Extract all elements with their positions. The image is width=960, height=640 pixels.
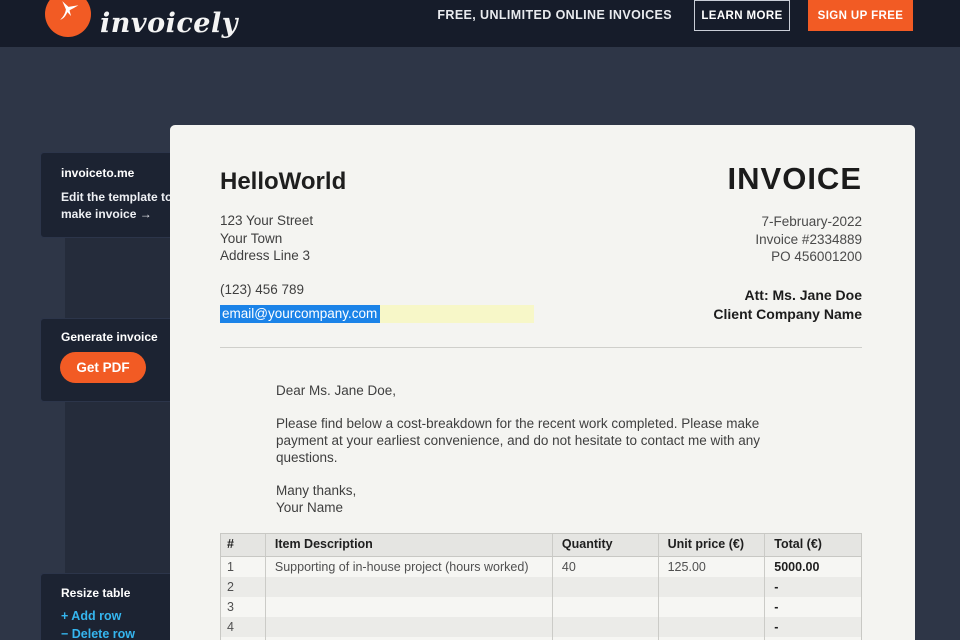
company-phone[interactable]: (123) 456 789 [220, 282, 304, 297]
invoice-meta[interactable]: 7-February-2022 Invoice #2334889 PO 4560… [755, 213, 862, 266]
letter-paragraph: Please find below a cost-breakdown for t… [276, 416, 761, 465]
letter-signature: Your Name [276, 500, 344, 515]
add-row-link[interactable]: + Add row [61, 609, 121, 623]
quantity-cell[interactable] [553, 617, 659, 637]
invoice-number: Invoice #2334889 [755, 231, 862, 247]
quantity-cell[interactable]: 40 [553, 557, 659, 577]
table-row[interactable]: 1 Supporting of in-house project (hours w… [221, 557, 861, 577]
top-navbar: invoicely FREE, UNLIMITED ONLINE INVOICE… [0, 0, 960, 47]
total-cell: - [774, 580, 779, 594]
invoice-date: 7-February-2022 [761, 214, 862, 229]
promo-title: invoiceto.me [61, 166, 135, 180]
unit-price-cell[interactable] [659, 577, 766, 597]
sidebar-panel-generate: Generate invoice Get PDF [40, 318, 186, 402]
total-cell: - [774, 620, 779, 634]
address-line: 123 Your Street [220, 213, 314, 228]
client-block[interactable]: Att: Ms. Jane Doe Client Company Name [713, 286, 862, 324]
table-header-cell: # [221, 534, 266, 556]
row-number-cell: 4 [221, 617, 266, 637]
table-row[interactable]: 2- [221, 577, 861, 597]
quantity-cell[interactable] [553, 597, 659, 617]
row-number-cell: 3 [221, 597, 266, 617]
sidebar-panel-promo: invoiceto.me Edit the template to make i… [40, 152, 186, 238]
table-header-cell: Item Description [266, 534, 553, 556]
company-address[interactable]: 123 Your Street Your Town Address Line 3 [220, 212, 313, 265]
table-row[interactable]: 4- [221, 617, 861, 637]
address-line: Address Line 3 [220, 248, 311, 263]
brand-logo[interactable] [45, 0, 91, 37]
delete-row-link[interactable]: − Delete row [61, 627, 135, 640]
letter-body[interactable]: Dear Ms. Jane Doe, Please find below a c… [276, 382, 810, 516]
unit-price-cell[interactable]: 125.00 [659, 557, 766, 577]
sidebar-panel-resize: Resize table + Add row − Delete row [40, 573, 186, 640]
resize-title: Resize table [61, 586, 131, 600]
promo-line2: make invoice → [61, 207, 152, 221]
page: invoicely FREE, UNLIMITED ONLINE INVOICE… [0, 0, 960, 640]
total-cell: 5000.00 [774, 560, 820, 574]
letter-salutation: Dear Ms. Jane Doe, [276, 383, 397, 398]
client-company: Client Company Name [713, 306, 862, 322]
header-tagline: FREE, UNLIMITED ONLINE INVOICES [437, 8, 672, 22]
quantity-cell[interactable] [553, 577, 659, 597]
row-number-cell: 2 [221, 577, 266, 597]
sign-up-free-button[interactable]: SIGN UP FREE [808, 0, 913, 31]
table-header-cell: Quantity [553, 534, 659, 556]
table-row[interactable]: 3- [221, 597, 861, 617]
bird-icon [55, 0, 82, 30]
learn-more-button[interactable]: LEARN MORE [694, 0, 790, 31]
email-selected-text: email@yourcompany.com [220, 305, 381, 323]
total-cell: - [774, 600, 779, 614]
generate-title: Generate invoice [61, 330, 158, 344]
row-number-cell: 1 [221, 557, 266, 577]
address-line: Your Town [220, 230, 283, 246]
item-description-cell[interactable] [266, 597, 553, 617]
table-header-row: # Item Description Quantity Unit price (€) T… [221, 534, 861, 557]
company-name[interactable]: HelloWorld [220, 168, 346, 196]
invoice-document: HelloWorld 123 Your Street Your Town Add… [170, 125, 915, 640]
table-header-cell: Total (€) [774, 537, 822, 551]
invoice-title: INVOICE [727, 161, 862, 196]
promo-line1: Edit the template to [61, 190, 173, 204]
brand-wordmark[interactable]: invoicely [100, 2, 238, 45]
letter-closing: Many thanks, [276, 483, 357, 498]
invoice-table[interactable]: # Item Description Quantity Unit price (€) T… [220, 533, 862, 640]
table-header-cell: Unit price (€) [659, 534, 766, 556]
client-attention: Att: Ms. Jane Doe [744, 287, 862, 303]
header-divider [220, 347, 862, 348]
item-description-cell[interactable]: Supporting of in-house project (hours wo… [266, 557, 553, 577]
item-description-cell[interactable] [266, 577, 553, 597]
item-description-cell[interactable] [266, 617, 553, 637]
unit-price-cell[interactable] [659, 597, 766, 617]
email-field[interactable]: email@yourcompany.com [220, 305, 534, 323]
unit-price-cell[interactable] [659, 617, 766, 637]
get-pdf-button[interactable]: Get PDF [60, 352, 146, 383]
invoice-po: PO 456001200 [771, 249, 862, 264]
